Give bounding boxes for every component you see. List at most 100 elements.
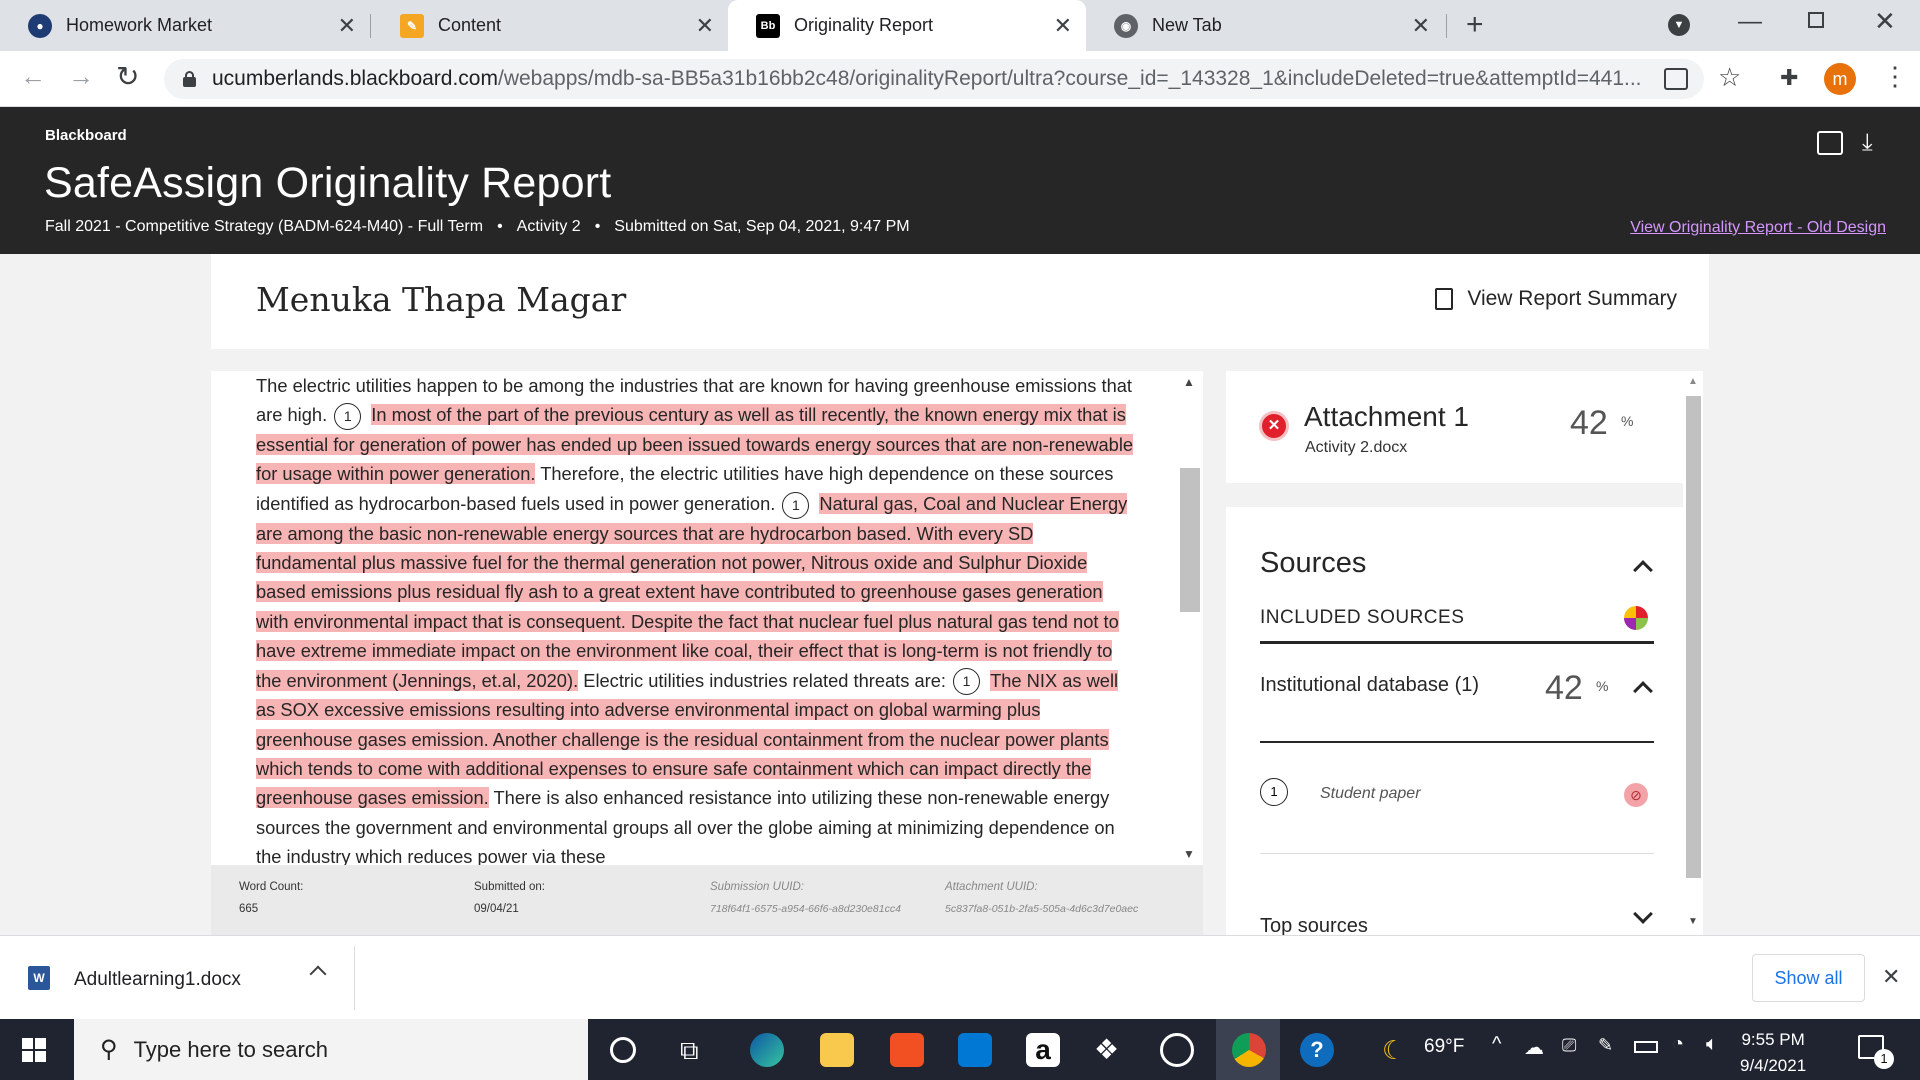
sources-card: Sources INCLUDED SOURCES Institutional d… — [1226, 507, 1683, 937]
included-sources-heading: INCLUDED SOURCES — [1260, 607, 1465, 628]
show-all-downloads-button[interactable]: Show all — [1752, 954, 1865, 1002]
submission-uuid-field: Submission UUID: 718f64f1-6575-a954-66f6… — [710, 881, 901, 915]
microsoft-store-icon[interactable] — [890, 1033, 924, 1067]
paper-text-segment: Electric utilities indus­tries related t… — [583, 669, 946, 691]
chrome-favicon-icon: ◉ — [1114, 13, 1138, 38]
download-options-chevron-icon[interactable] — [309, 965, 327, 983]
window-close-icon[interactable]: ✕ — [1874, 6, 1896, 37]
tab-new-tab[interactable]: ◉ New Tab ✕ — [1086, 0, 1444, 51]
sidebar-scroll-thumb[interactable] — [1686, 396, 1701, 878]
tab-label: Homework Market — [66, 15, 213, 35]
windows-taskbar: ⚲ Type here to search ⧉ a ❖ ? ☾ 69°F ^ ☁… — [0, 1019, 1920, 1080]
profile-avatar[interactable]: m — [1824, 63, 1856, 95]
meta-separator: • — [497, 218, 503, 235]
wifi-icon[interactable]: ◔ — [1672, 1033, 1684, 1056]
onedrive-icon[interactable]: ☁ — [1524, 1035, 1544, 1060]
document-footer: Word Count: 665 Submitted on: 09/04/21 S… — [211, 865, 1203, 935]
download-icon[interactable]: ⤓ — [1862, 129, 1873, 157]
old-design-link[interactable]: View Originality Report - Old Design — [1630, 219, 1886, 237]
meet-now-icon[interactable]: ⎚ — [1562, 1035, 1576, 1056]
source-match-badge[interactable]: 1 — [953, 668, 981, 696]
document-scrollbar[interactable] — [1177, 371, 1203, 865]
cortana-icon[interactable] — [610, 1037, 636, 1063]
volume-icon[interactable]: 🔈︎ — [1706, 1033, 1718, 1056]
source-student-paper[interactable]: Student paper — [1320, 785, 1421, 803]
error-x-icon: ✕ — [1259, 411, 1289, 441]
qr-code-icon[interactable] — [1664, 68, 1688, 90]
scroll-up-arrow-icon[interactable]: ▲ — [1183, 375, 1195, 389]
sidebar-scroll-up-icon[interactable]: ▲ — [1688, 376, 1698, 387]
task-view-icon[interactable]: ⧉ — [680, 1035, 699, 1067]
word-count-label: Word Count: — [239, 881, 304, 893]
source-match-badge[interactable]: 1 — [334, 403, 362, 431]
tab-content[interactable]: ✎ Content ✕ — [372, 0, 728, 51]
new-tab-plus-icon[interactable]: + — [1466, 8, 1484, 42]
collapse-institutional-chevron-icon[interactable] — [1633, 681, 1653, 701]
close-tab-icon[interactable]: ✕ — [696, 13, 714, 39]
battery-icon[interactable] — [1634, 1041, 1658, 1053]
extensions-puzzle-icon[interactable]: ✚ — [1780, 65, 1798, 91]
windows-start-icon[interactable] — [22, 1038, 46, 1062]
file-explorer-icon[interactable] — [820, 1033, 854, 1067]
browser-menu-icon[interactable]: ⋮ — [1882, 61, 1908, 92]
matched-text[interactable]: Natural gas, Coal and Nuclear Energy are… — [256, 492, 1128, 691]
tab-label: Originality Report — [794, 15, 934, 35]
tab-divider — [1446, 14, 1447, 38]
source-match-badge[interactable]: 1 — [782, 491, 810, 519]
address-bar[interactable]: ucumberlands.blackboard.com /webapps/mdb… — [164, 59, 1704, 99]
amazon-icon[interactable]: a — [1026, 1033, 1060, 1067]
attachment-title: Attachment 1 — [1304, 401, 1469, 432]
divider — [1260, 853, 1654, 854]
taskbar-clock[interactable]: 9:55 PM 9/4/2021 — [1740, 1027, 1806, 1079]
tray-expand-icon[interactable]: ^ — [1492, 1033, 1501, 1056]
close-downloads-icon[interactable]: ✕ — [1882, 964, 1900, 990]
scroll-down-arrow-icon[interactable]: ▼ — [1183, 847, 1195, 861]
attachment-uuid-label: Attachment UUID: — [945, 881, 1038, 893]
tab-label: Content — [438, 15, 502, 35]
submission-uuid-value: 718f64f1-6575-a954-66f6-a8d230e81cc4 — [710, 903, 901, 915]
forward-arrow-icon[interactable]: → — [68, 61, 94, 92]
report-header: Blackboard SafeAssign Originality Report… — [0, 107, 1920, 254]
download-filename[interactable]: Adultlearning1.docx — [74, 969, 241, 991]
back-arrow-icon[interactable]: ← — [20, 61, 46, 92]
tab-homework-market[interactable]: ● Homework Market ✕ — [0, 0, 370, 51]
chrome-taskbar-active[interactable] — [1216, 1019, 1280, 1080]
tab-search-icon[interactable]: ▼ — [1668, 14, 1690, 36]
close-tab-icon[interactable]: ✕ — [1054, 13, 1072, 39]
app-icon[interactable] — [1160, 1033, 1194, 1067]
close-tab-icon[interactable]: ✕ — [1412, 13, 1430, 39]
expand-top-sources-chevron-icon[interactable] — [1633, 904, 1653, 924]
taskbar-search-box[interactable]: ⚲ Type here to search — [74, 1019, 588, 1080]
tab-originality-report[interactable]: Bb Originality Report ✕ — [728, 0, 1086, 51]
dropbox-icon[interactable]: ❖ — [1094, 1033, 1119, 1066]
search-icon: ⚲ — [100, 1036, 118, 1063]
close-tab-icon[interactable]: ✕ — [338, 13, 356, 39]
exclude-source-icon[interactable]: ⊘ — [1624, 783, 1648, 807]
divider — [354, 946, 355, 1010]
reload-icon[interactable]: ↻ — [116, 60, 139, 93]
sidebar-scroll-down-icon[interactable]: ▼ — [1688, 916, 1698, 927]
submission-meta: Fall 2021 - Competitive Strategy (BADM-6… — [45, 218, 910, 236]
weather-temp[interactable]: 69°F — [1424, 1036, 1464, 1058]
pen-tray-icon[interactable]: ✎ — [1598, 1035, 1613, 1056]
source-filter-icon[interactable] — [1624, 606, 1648, 630]
document-viewer: The electric utilities happen to be amon… — [211, 371, 1203, 867]
submitted-on-value: 09/04/21 — [474, 903, 519, 915]
word-count-value: 665 — [239, 903, 259, 915]
report-sidebar: ✕ Attachment 1 Activity 2.docx 42 % Sour… — [1226, 371, 1683, 937]
page-title: SafeAssign Originality Report — [44, 159, 612, 207]
restore-icon[interactable] — [1808, 12, 1824, 28]
submitted-date: Submitted on Sat, Sep 04, 2021, 9:47 PM — [614, 218, 910, 235]
bookmark-star-icon[interactable]: ☆ — [1718, 62, 1741, 93]
attachment-card[interactable]: ✕ Attachment 1 Activity 2.docx 42 % — [1226, 371, 1683, 483]
mail-icon[interactable] — [958, 1033, 992, 1067]
edge-icon[interactable] — [750, 1033, 784, 1067]
meta-separator: • — [594, 218, 601, 235]
help-icon[interactable]: ? — [1300, 1033, 1334, 1067]
minimize-icon[interactable]: — — [1738, 8, 1762, 36]
document-scroll-thumb[interactable] — [1180, 468, 1200, 612]
blackboard-brand: Blackboard — [45, 127, 127, 144]
view-report-summary-button[interactable]: View Report Summary — [1435, 287, 1677, 311]
collapse-sources-chevron-icon[interactable] — [1633, 560, 1653, 580]
print-icon[interactable] — [1817, 131, 1843, 155]
